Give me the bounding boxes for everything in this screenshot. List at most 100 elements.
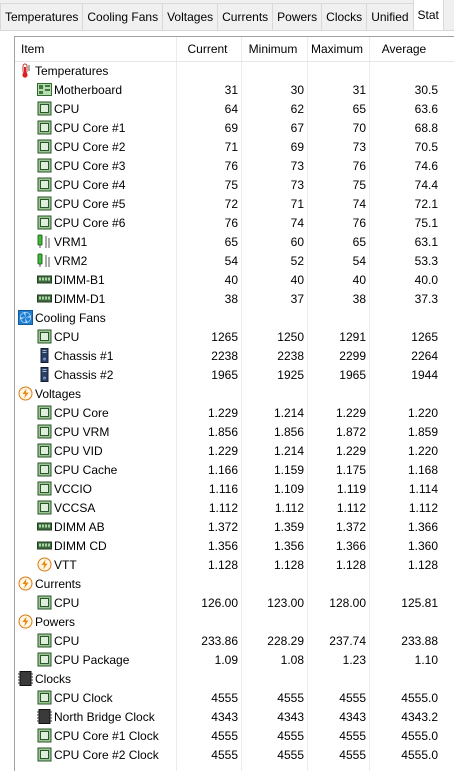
- sensor-row[interactable]: CPU VRM 1.856 1.856 1.872 1.859: [15, 423, 454, 442]
- sensor-row[interactable]: CPU Core #4 75 73 75 74.4: [15, 176, 454, 195]
- current-value: 1.166: [207, 463, 238, 477]
- tab-cooling-fans[interactable]: Cooling Fans: [82, 3, 164, 30]
- chip-icon: [37, 101, 52, 116]
- column-header-maximum[interactable]: Maximum: [307, 37, 367, 61]
- sensor-row[interactable]: CPU VID 1.229 1.214 1.229 1.220: [15, 442, 454, 461]
- sensor-row[interactable]: CPU 233.86 228.29 237.74 233.88: [15, 632, 454, 651]
- sensor-row[interactable]: CPU Core #3 76 73 76 74.6: [15, 157, 454, 176]
- sensor-row[interactable]: DIMM-D1 38 37 38 37.3: [15, 290, 454, 309]
- sensor-row[interactable]: CPU Core #2 Clock 4555 4555 4555 4555.0: [15, 746, 454, 765]
- maximum-value: 65: [352, 235, 366, 249]
- sensor-label: CPU: [54, 102, 80, 116]
- minimum-value: 4555: [277, 748, 304, 762]
- tab-unified[interactable]: Unified: [366, 3, 414, 30]
- sensor-name-cell: VTT: [15, 556, 176, 575]
- sensor-name-cell: CPU VRM: [15, 423, 176, 442]
- sensor-row[interactable]: Motherboard 31 30 31 30.5: [15, 81, 454, 100]
- chip-icon: [37, 196, 52, 211]
- sensor-label: North Bridge Clock: [54, 710, 155, 724]
- tab-currents[interactable]: Currents: [217, 3, 274, 30]
- sensor-row[interactable]: CPU 126.00 123.00 128.00 125.81: [15, 594, 454, 613]
- current-value: 1.128: [207, 558, 238, 572]
- sensor-row[interactable]: CPU 1265 1250 1291 1265: [15, 328, 454, 347]
- chip-icon: [37, 747, 52, 762]
- current-value: 1965: [211, 368, 238, 382]
- sensor-row[interactable]: North Bridge Clock 4343 4343 4343 4343.2: [15, 708, 454, 727]
- group-row-clocks[interactable]: Clocks: [15, 670, 454, 689]
- sensor-row[interactable]: Chassis #1 2238 2238 2299 2264: [15, 347, 454, 366]
- sensor-row[interactable]: DIMM AB 1.372 1.359 1.372 1.366: [15, 518, 454, 537]
- sensor-name-cell: CPU Core #1: [15, 119, 176, 138]
- average-value: 1.859: [407, 425, 438, 439]
- minimum-value: 1.159: [273, 463, 304, 477]
- current-value: 1.116: [208, 482, 238, 496]
- tab-voltages[interactable]: Voltages: [162, 3, 219, 30]
- column-header-minimum[interactable]: Minimum: [241, 37, 305, 61]
- group-row-currents[interactable]: Currents: [15, 575, 454, 594]
- sensor-row[interactable]: CPU Core #2 71 69 73 70.5: [15, 138, 454, 157]
- sensor-row[interactable]: VTT 1.128 1.128 1.128 1.128: [15, 556, 454, 575]
- group-row-cooling-fans[interactable]: Cooling Fans: [15, 309, 454, 328]
- sensor-row[interactable]: VCCIO 1.116 1.109 1.119 1.114: [15, 480, 454, 499]
- sensor-row[interactable]: CPU Core #1 69 67 70 68.8: [15, 119, 454, 138]
- chip-icon: [37, 633, 52, 648]
- sensor-row[interactable]: CPU Core #6 76 74 76 75.1: [15, 214, 454, 233]
- sensor-row[interactable]: CPU Core #1 Clock 4555 4555 4555 4555.0: [15, 727, 454, 746]
- sensor-row[interactable]: VRM2 54 52 54 53.3: [15, 252, 454, 271]
- current-value: 75: [224, 178, 238, 192]
- lightning-icon: [18, 576, 33, 591]
- sensor-label: DIMM-D1: [54, 292, 106, 306]
- clock-chip-icon: [18, 671, 33, 686]
- sensor-row[interactable]: CPU Cache 1.166 1.159 1.175 1.168: [15, 461, 454, 480]
- maximum-value: 1.23: [342, 653, 366, 667]
- clock-chip-icon: [37, 709, 52, 724]
- minimum-value: 2238: [277, 349, 304, 363]
- sensor-label: CPU Package: [54, 653, 130, 667]
- average-value: 1.112: [408, 501, 438, 515]
- sensor-row[interactable]: DIMM-B1 40 40 40 40.0: [15, 271, 454, 290]
- sensor-list[interactable]: Item Current Minimum Maximum Average Tem…: [14, 36, 454, 771]
- current-value: 233.86: [201, 634, 238, 648]
- sensor-row[interactable]: CPU Core #5 72 71 74 72.1: [15, 195, 454, 214]
- maximum-value: 70: [352, 121, 366, 135]
- group-row-voltages[interactable]: Voltages: [15, 385, 454, 404]
- maximum-value: 1.872: [335, 425, 366, 439]
- sensor-row[interactable]: DIMM CD 1.356 1.356 1.366 1.360: [15, 537, 454, 556]
- current-value: 72: [224, 197, 238, 211]
- sensor-label: CPU Core #1 Clock: [54, 729, 159, 743]
- sensor-label: CPU Core #5: [54, 197, 126, 211]
- average-value: 68.8: [414, 121, 438, 135]
- maximum-value: 4555: [339, 729, 366, 743]
- group-label: Voltages: [35, 387, 82, 401]
- group-label: Cooling Fans: [35, 311, 106, 325]
- tab-powers[interactable]: Powers: [272, 3, 323, 30]
- sensor-label: CPU Core #3: [54, 159, 126, 173]
- column-header-average[interactable]: Average: [369, 37, 439, 61]
- group-row-powers[interactable]: Powers: [15, 613, 454, 632]
- current-value: 31: [224, 83, 238, 97]
- sensor-name-cell: DIMM-D1: [15, 290, 176, 309]
- minimum-value: 40: [290, 273, 304, 287]
- chip-icon: [37, 652, 52, 667]
- column-header-current[interactable]: Current: [176, 37, 239, 61]
- sensor-row[interactable]: CPU Core 1.229 1.214 1.229 1.220: [15, 404, 454, 423]
- maximum-value: 65: [352, 102, 366, 116]
- sensor-row[interactable]: VRM1 65 60 65 63.1: [15, 233, 454, 252]
- current-value: 1.09: [214, 653, 238, 667]
- current-value: 76: [224, 216, 238, 230]
- group-row-temperatures[interactable]: Temperatures: [15, 62, 454, 81]
- fan-icon: [18, 310, 33, 325]
- tab-stat[interactable]: Stat: [412, 0, 444, 30]
- maximum-value: 4555: [339, 748, 366, 762]
- sensor-row[interactable]: CPU Package 1.09 1.08 1.23 1.10: [15, 651, 454, 670]
- minimum-value: 228.29: [267, 634, 304, 648]
- tab-temperatures[interactable]: Temperatures: [0, 3, 84, 30]
- sensor-row[interactable]: CPU Clock 4555 4555 4555 4555.0: [15, 689, 454, 708]
- sensor-row[interactable]: CPU 64 62 65 63.6: [15, 100, 454, 119]
- sensor-name-cell: CPU: [15, 632, 176, 651]
- tab-clocks[interactable]: Clocks: [321, 3, 368, 30]
- group-label: Currents: [35, 577, 82, 591]
- sensor-row[interactable]: Chassis #2 1965 1925 1965 1944: [15, 366, 454, 385]
- sensor-row[interactable]: VCCSA 1.112 1.112 1.112 1.112: [15, 499, 454, 518]
- column-header-item[interactable]: Item: [15, 37, 176, 61]
